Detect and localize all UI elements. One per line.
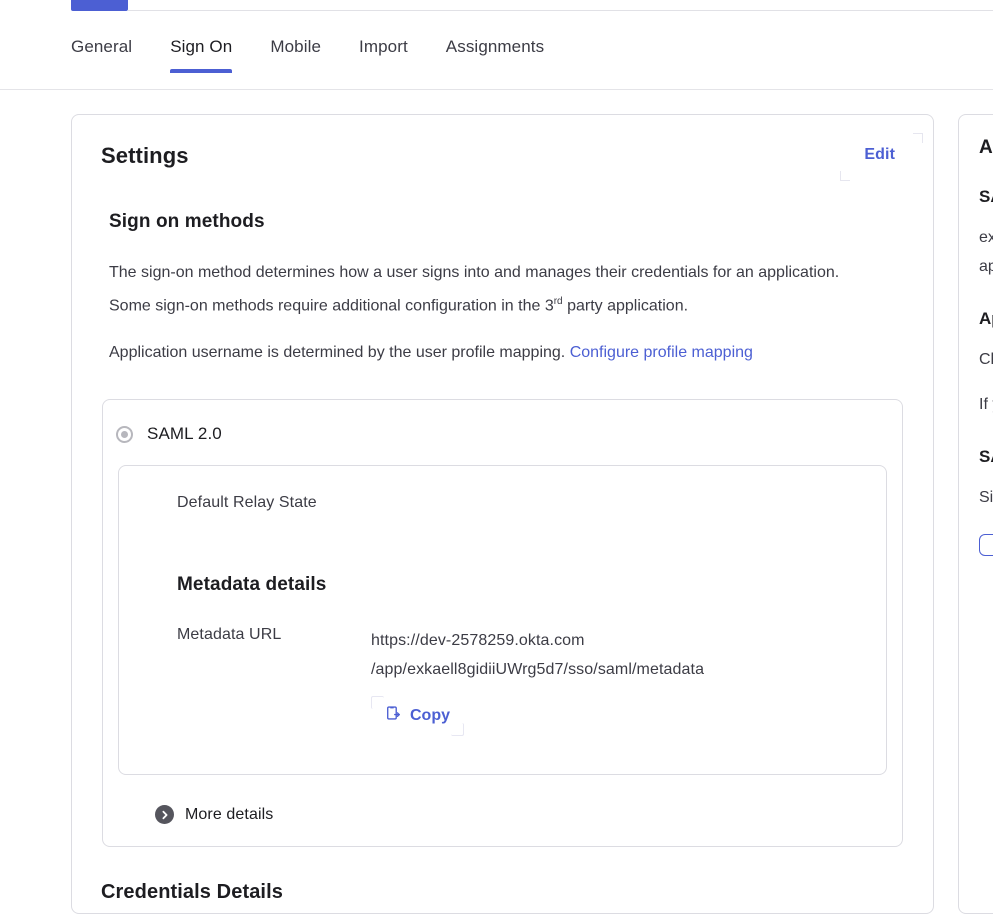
default-relay-state-label: Default Relay State (119, 494, 886, 512)
copy-button-wrapper: Copy (371, 696, 464, 736)
about-panel-paragraph-3: Single worked trusted (979, 483, 993, 512)
sign-on-methods-description-part2: party application. (563, 297, 688, 314)
sign-on-methods-description: The sign-on method determines how a user… (109, 258, 869, 320)
metadata-details-title: Metadata details (119, 574, 886, 596)
sign-on-methods-section: Sign on methods The sign-on method deter… (72, 211, 933, 367)
metadata-url-value-line2: /app/exkaell8gidiiUWrg5d7/sso/saml/metad… (371, 655, 704, 684)
tab-general[interactable]: General (71, 24, 132, 72)
tab-assignments[interactable]: Assignments (446, 24, 544, 72)
tab-sign-on[interactable]: Sign On (170, 24, 232, 72)
about-panel-subheading-saml-2: SAML (979, 447, 993, 467)
tab-import[interactable]: Import (359, 24, 408, 72)
top-progress-track (128, 10, 993, 11)
tab-mobile[interactable]: Mobile (270, 24, 321, 72)
about-panel-subheading-application-username: Application username (979, 309, 993, 329)
tab-sign-on-label: Sign On (170, 37, 232, 56)
clipboard-copy-icon (385, 705, 402, 727)
edit-button[interactable]: Edit (858, 143, 901, 167)
about-panel-paragraph-2a: Choose user app (979, 345, 993, 374)
tab-import-label: Import (359, 37, 408, 56)
metadata-url-value-group: https://dev-2578259.okta.com /app/exkael… (371, 626, 704, 736)
copy-button-label: Copy (410, 707, 450, 725)
about-panel-paragraph-2b: If you prompt manage app push (979, 390, 993, 419)
chevron-right-circle-icon (155, 805, 174, 824)
top-progress-strip (0, 0, 993, 12)
about-panel-paragraph-1: explains to know can SAML application th… (979, 223, 993, 281)
metadata-url-label: Metadata URL (177, 626, 371, 736)
metadata-url-value-line1: https://dev-2578259.okta.com (371, 626, 704, 655)
settings-card-header: Settings Edit (72, 115, 933, 169)
saml-radio-label: SAML 2.0 (147, 424, 222, 444)
metadata-url-row: Metadata URL https://dev-2578259.okta.co… (119, 626, 886, 736)
section-title-sign-on-methods: Sign on methods (109, 211, 901, 233)
tab-assignments-label: Assignments (446, 37, 544, 56)
about-panel-heading: About (979, 137, 993, 159)
saml-radio-icon[interactable] (116, 426, 133, 443)
configure-profile-mapping-link[interactable]: Configure profile mapping (570, 344, 753, 361)
saml-radio-row[interactable]: SAML 2.0 (103, 418, 902, 444)
top-progress-fill (71, 0, 128, 11)
tab-mobile-label: Mobile (270, 37, 321, 56)
about-panel-subheading-saml: SAML (979, 187, 993, 207)
tab-bar: General Sign On Mobile Import Assignment… (0, 24, 993, 90)
settings-card: Settings Edit Sign on methods The sign-o… (71, 114, 934, 914)
application-username-text: Application username is determined by th… (109, 344, 570, 361)
sign-on-methods-description-part1: The sign-on method determines how a user… (109, 264, 839, 314)
about-panel-button[interactable] (979, 534, 993, 556)
more-details-toggle[interactable]: More details (155, 805, 902, 824)
saml-detail-box: Default Relay State Metadata details Met… (118, 465, 887, 775)
application-username-description: Application username is determined by th… (109, 338, 869, 367)
about-side-panel: About SAML explains to know can SAML app… (958, 114, 993, 914)
page-title: Settings (101, 143, 189, 169)
more-details-label: More details (185, 806, 273, 824)
tab-general-label: General (71, 37, 132, 56)
sign-on-method-box: SAML 2.0 Default Relay State Metadata de… (102, 399, 903, 847)
copy-metadata-url-button[interactable]: Copy (371, 696, 464, 736)
ordinal-suffix: rd (554, 296, 563, 307)
content-area: Settings Edit Sign on methods The sign-o… (0, 91, 993, 885)
